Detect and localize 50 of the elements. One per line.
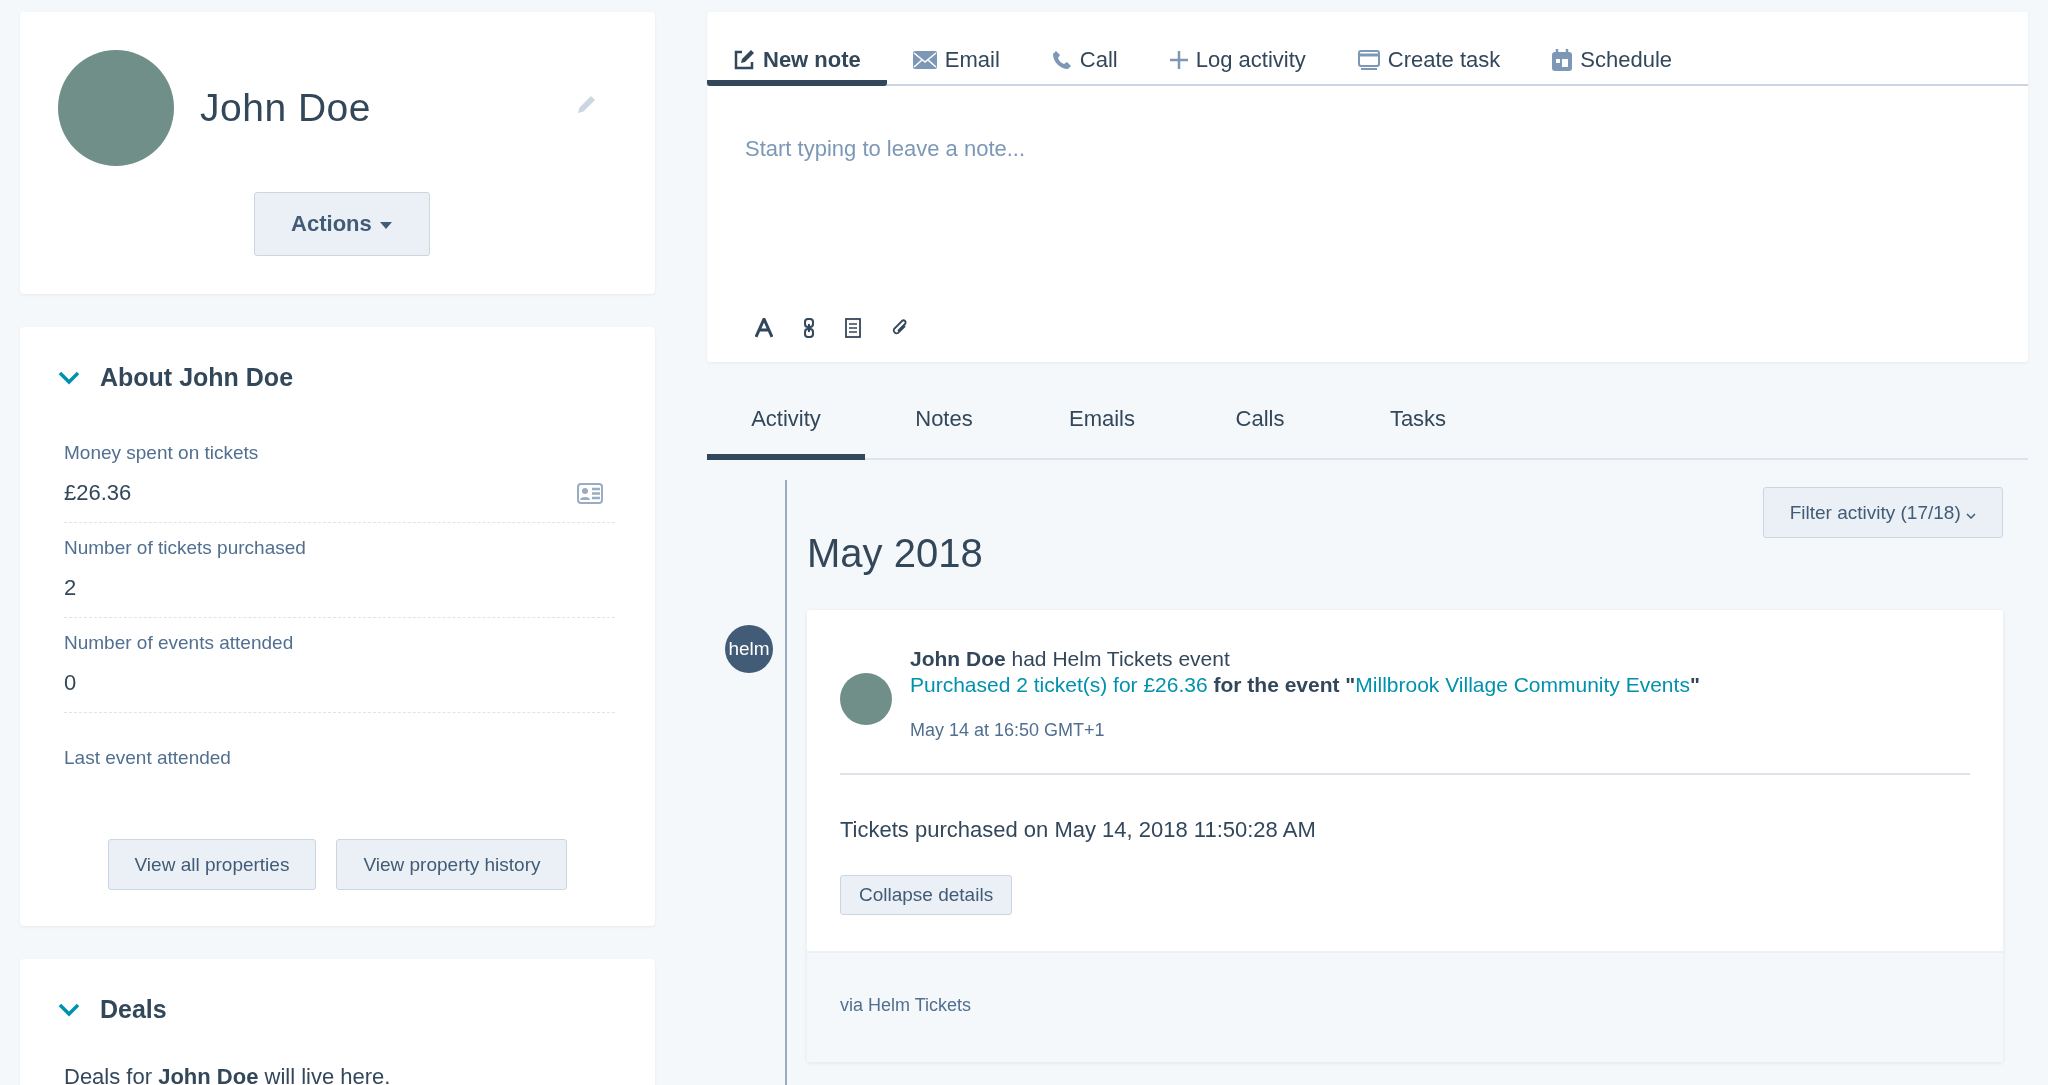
composer-tab[interactable]: Call <box>1025 12 1144 86</box>
section-title: Deals <box>100 995 167 1024</box>
caret-icon <box>379 221 392 229</box>
activity-tab[interactable]: Notes <box>865 406 1023 460</box>
source-badge: helm <box>725 625 773 673</box>
composer-tab[interactable]: Create task <box>1331 12 1527 86</box>
event-link[interactable]: Purchased 2 ticket(s) for £26.36 <box>910 673 1208 696</box>
calendar-icon <box>1552 49 1573 71</box>
property-label: Last event attended <box>64 747 232 769</box>
chevron-icon[interactable] <box>58 370 80 385</box>
composer-tab[interactable]: Email <box>886 12 1026 86</box>
envelope-icon <box>912 51 937 69</box>
month-heading: May 2018 <box>807 531 983 576</box>
phone-icon <box>1051 50 1072 70</box>
event-detail: Purchased 2 ticket(s) for £26.36 for the event "Millbrook Village Community Events" <box>910 672 1700 698</box>
actions-button[interactable]: Actions <box>253 192 430 256</box>
activity-tab[interactable]: Activity <box>707 406 865 460</box>
property-label: Number of tickets purchased <box>64 537 307 559</box>
activity-tab[interactable]: Calls <box>1181 406 1339 460</box>
plus-icon <box>1169 51 1188 69</box>
composer-tab[interactable]: Log activity <box>1143 12 1332 86</box>
contact-name: John Doe <box>200 86 372 130</box>
edit-icon <box>733 49 755 71</box>
chevron-icon[interactable] <box>58 1002 80 1017</box>
avatar <box>840 672 892 725</box>
note-input[interactable]: Start typing to leave a note... <box>707 86 2028 318</box>
property-value: 0 <box>64 670 77 696</box>
event-timestamp: May 14 at 16:50 GMT+1 <box>910 720 1106 741</box>
event-link[interactable]: Millbrook Village Community Events <box>1355 673 1690 696</box>
link-icon[interactable] <box>803 318 815 338</box>
window-icon <box>1357 50 1380 70</box>
collapse-button[interactable]: Collapse details <box>840 875 1013 915</box>
property-value: 2 <box>64 575 77 601</box>
event-body: Tickets purchased on May 14, 2018 11:50:28 AM <box>840 817 1317 843</box>
property-value: £26.36 <box>64 480 132 506</box>
composer-tab[interactable]: Schedule <box>1526 12 1699 86</box>
event-source: via Helm Tickets <box>840 995 972 1015</box>
deals-empty-text: Deals for John Doe will live here. <box>64 1064 392 1085</box>
text-format-icon[interactable] <box>755 318 773 338</box>
caret-icon <box>1966 512 1976 519</box>
section-title: About John Doe <box>100 363 294 392</box>
property-label: Number of events attended <box>64 632 295 654</box>
property-label: Money spent on tickets <box>64 442 260 464</box>
activity-tab[interactable]: Emails <box>1023 406 1181 460</box>
property-button[interactable]: View all properties <box>107 839 317 890</box>
document-icon[interactable] <box>845 318 861 338</box>
filter-button[interactable]: Filter activity (17/18) <box>1762 487 2003 538</box>
activity-tab[interactable]: Tasks <box>1339 406 1497 460</box>
event-headline: John Doe had Helm Tickets event <box>910 646 1231 672</box>
property-button[interactable]: View property history <box>336 839 568 890</box>
